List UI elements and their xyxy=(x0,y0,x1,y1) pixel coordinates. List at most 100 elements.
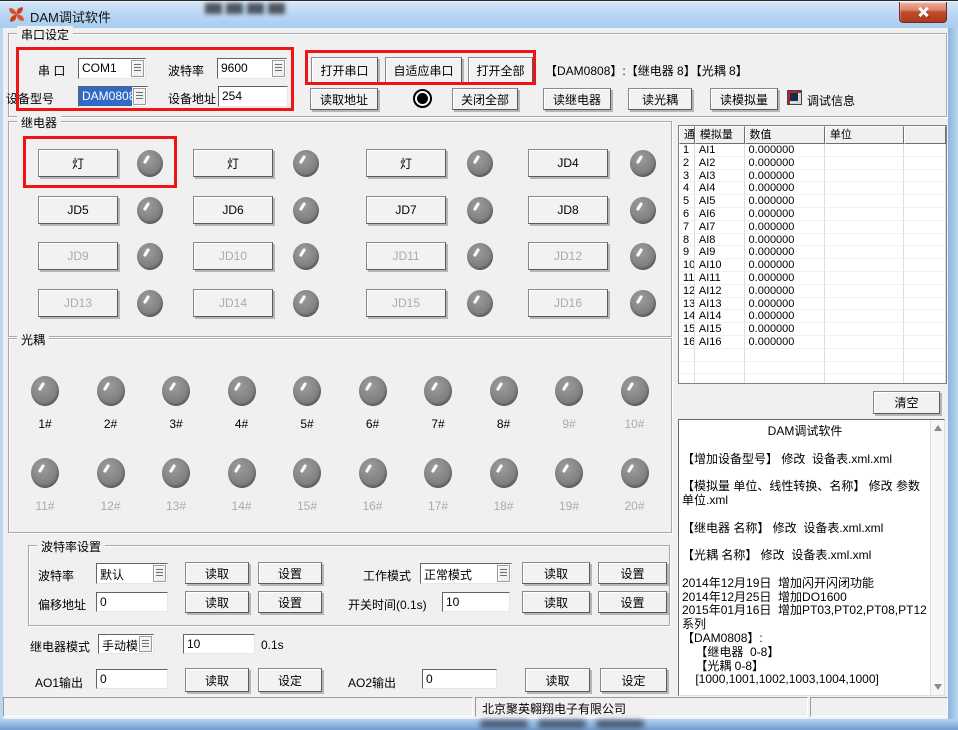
read-analog-button[interactable]: 读模拟量 xyxy=(710,88,778,110)
relay-button-6[interactable]: JD6 xyxy=(193,196,273,224)
adaptive-serial-button[interactable]: 自适应串口 xyxy=(385,57,462,83)
ao2-set-button[interactable]: 设定 xyxy=(600,668,667,692)
port-combobox[interactable]: COM1 xyxy=(78,58,146,79)
dropdown-icon[interactable] xyxy=(139,636,152,652)
table-header-5[interactable] xyxy=(904,126,946,144)
relay-mode-time-input[interactable]: 10 xyxy=(183,634,255,654)
close-all-button[interactable]: 关闭全部 xyxy=(452,88,518,110)
offset-read-button[interactable]: 读取 xyxy=(185,591,249,613)
close-button[interactable] xyxy=(899,2,947,23)
opto-label-3: 3# xyxy=(158,417,194,431)
relay-lamp-3 xyxy=(467,150,493,177)
close-icon xyxy=(917,6,929,18)
opto-label-9: 9# xyxy=(551,417,587,431)
relay-lamp-7 xyxy=(467,197,493,224)
relay-button-15[interactable]: JD15 xyxy=(366,289,446,317)
open-all-button[interactable]: 打开全部 xyxy=(468,57,533,83)
table-row: 6AI60.000000 xyxy=(679,208,946,221)
debug-info-icon xyxy=(787,90,802,105)
ao1-input[interactable]: 0 xyxy=(96,669,168,689)
switch-time-read-button[interactable]: 读取 xyxy=(522,591,590,613)
table-cell: AI6 xyxy=(695,208,745,221)
table-cell xyxy=(825,310,904,323)
debug-info-label: 调试信息 xyxy=(807,92,855,109)
table-cell xyxy=(904,285,946,298)
ao2-input[interactable]: 0 xyxy=(422,669,497,689)
baud-combobox[interactable]: 9600 xyxy=(217,58,287,79)
relay-button-10[interactable]: JD10 xyxy=(193,242,273,270)
relay-button-1[interactable]: 灯 xyxy=(38,149,118,177)
table-cell xyxy=(904,349,946,362)
dropdown-icon[interactable] xyxy=(272,60,285,77)
work-mode-set-button[interactable]: 设置 xyxy=(598,562,667,584)
relay-button-9[interactable]: JD9 xyxy=(38,242,118,270)
baud-setting-value: 默认 xyxy=(97,564,152,583)
relay-button-11[interactable]: JD11 xyxy=(366,242,446,270)
device-info-label: 【DAM0808】:【继电器 8】【光耦 8】 xyxy=(545,62,748,79)
relay-button-16[interactable]: JD16 xyxy=(528,289,608,317)
table-header-3[interactable]: 数值 xyxy=(745,126,825,144)
log-scrollbar[interactable] xyxy=(930,420,944,695)
switch-time-set-button[interactable]: 设置 xyxy=(598,591,667,613)
clear-log-button[interactable]: 清空 xyxy=(873,391,940,414)
table-cell: 0.000000 xyxy=(745,298,825,311)
log-panel[interactable]: DAM调试软件【增加设备型号】 修改 设备表.xml.xml【模拟量 单位、线性… xyxy=(678,419,945,696)
relay-lamp-6 xyxy=(293,197,319,224)
model-combobox[interactable]: DAM0808 xyxy=(78,86,148,107)
offset-set-button[interactable]: 设置 xyxy=(258,591,322,613)
log-line: 2015年01月16日 增加PT03,PT02,PT08,PT12系列 xyxy=(682,604,928,632)
relay-button-4[interactable]: JD4 xyxy=(528,149,608,177)
opto-label-17: 17# xyxy=(420,499,456,513)
relay-button-14[interactable]: JD14 xyxy=(193,289,273,317)
switch-time-input[interactable]: 10 xyxy=(442,592,510,612)
relay-button-13[interactable]: JD13 xyxy=(38,289,118,317)
dropdown-icon[interactable] xyxy=(497,565,510,582)
titlebar[interactable]: DAM调试软件 xyxy=(0,0,958,28)
table-cell: 1 xyxy=(679,144,695,157)
opto-label-18: 18# xyxy=(486,499,522,513)
table-header-1[interactable]: 通 xyxy=(679,126,695,144)
table-cell: 0.000000 xyxy=(745,336,825,349)
relay-lamp-13 xyxy=(137,290,163,317)
relay-button-2[interactable]: 灯 xyxy=(193,149,273,177)
offset-addr-label: 偏移地址 xyxy=(38,596,86,613)
read-opto-button[interactable]: 读光耦 xyxy=(628,88,692,110)
work-mode-read-button[interactable]: 读取 xyxy=(522,562,590,584)
table-row: 15AI150.000000 xyxy=(679,323,946,336)
baud-read-button[interactable]: 读取 xyxy=(185,562,249,584)
table-cell xyxy=(904,272,946,285)
dropdown-icon[interactable] xyxy=(131,60,144,77)
relay-button-12[interactable]: JD12 xyxy=(528,242,608,270)
table-row: 12AI120.000000 xyxy=(679,285,946,298)
relay-button-3[interactable]: 灯 xyxy=(366,149,446,177)
table-cell xyxy=(904,195,946,208)
baud-set-button[interactable]: 设置 xyxy=(258,562,322,584)
ao1-read-button[interactable]: 读取 xyxy=(185,668,249,692)
table-cell: AI9 xyxy=(695,246,745,259)
dropdown-icon[interactable] xyxy=(153,565,166,582)
baud-setting-combobox[interactable]: 默认 xyxy=(96,563,168,584)
work-mode-combobox[interactable]: 正常模式 xyxy=(420,563,512,584)
opto-label-19: 19# xyxy=(551,499,587,513)
ao2-read-button[interactable]: 读取 xyxy=(525,668,590,692)
read-relay-button[interactable]: 读继电器 xyxy=(543,88,611,110)
opto-lamp-5 xyxy=(293,376,321,406)
table-cell: AI1 xyxy=(695,144,745,157)
table-cell xyxy=(825,285,904,298)
dropdown-icon[interactable] xyxy=(133,88,146,105)
table-header-4[interactable]: 单位 xyxy=(825,126,904,144)
log-line xyxy=(682,563,928,577)
relay-mode-combobox[interactable]: 手动模式 xyxy=(98,634,154,654)
relay-button-5[interactable]: JD5 xyxy=(38,196,118,224)
open-serial-button[interactable]: 打开串口 xyxy=(311,57,378,83)
log-line: [1000,1001,1002,1003,1004,1000] xyxy=(682,673,928,687)
relay-button-7[interactable]: JD7 xyxy=(366,196,446,224)
read-address-button[interactable]: 读取地址 xyxy=(310,88,378,110)
device-address-input[interactable]: 254 xyxy=(218,86,288,107)
scroll-up-icon[interactable] xyxy=(934,425,942,431)
offset-addr-input[interactable]: 0 xyxy=(96,592,168,612)
table-header-2[interactable]: 模拟量 xyxy=(695,126,745,144)
scroll-down-icon[interactable] xyxy=(934,684,942,690)
ao1-set-button[interactable]: 设定 xyxy=(258,668,322,692)
relay-button-8[interactable]: JD8 xyxy=(528,196,608,224)
